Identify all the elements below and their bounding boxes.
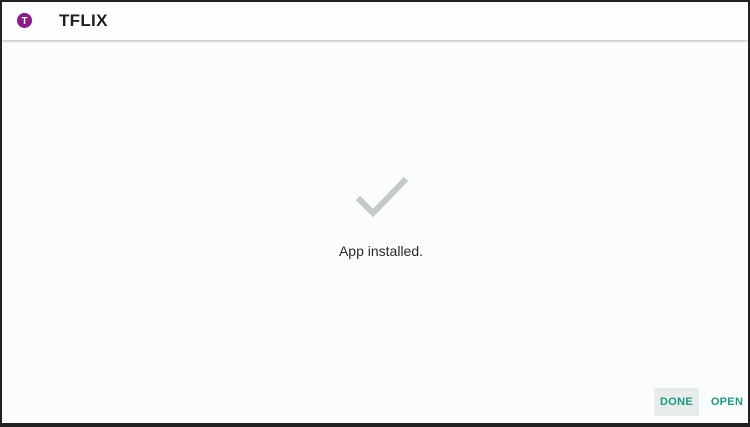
app-bar: T TFLIX bbox=[2, 2, 748, 40]
app-title: TFLIX bbox=[59, 11, 108, 30]
installer-window: T TFLIX App installed. DONE OPEN bbox=[2, 2, 748, 423]
tflix-app-icon: T bbox=[17, 13, 32, 28]
checkmark-icon bbox=[355, 176, 409, 218]
screen: T TFLIX App installed. DONE OPEN bbox=[0, 0, 750, 427]
open-button[interactable]: OPEN bbox=[708, 388, 746, 416]
install-content: App installed. DONE OPEN bbox=[2, 40, 748, 423]
install-status-text: App installed. bbox=[338, 243, 424, 259]
svg-text:T: T bbox=[21, 16, 27, 27]
done-button[interactable]: DONE bbox=[654, 388, 699, 416]
